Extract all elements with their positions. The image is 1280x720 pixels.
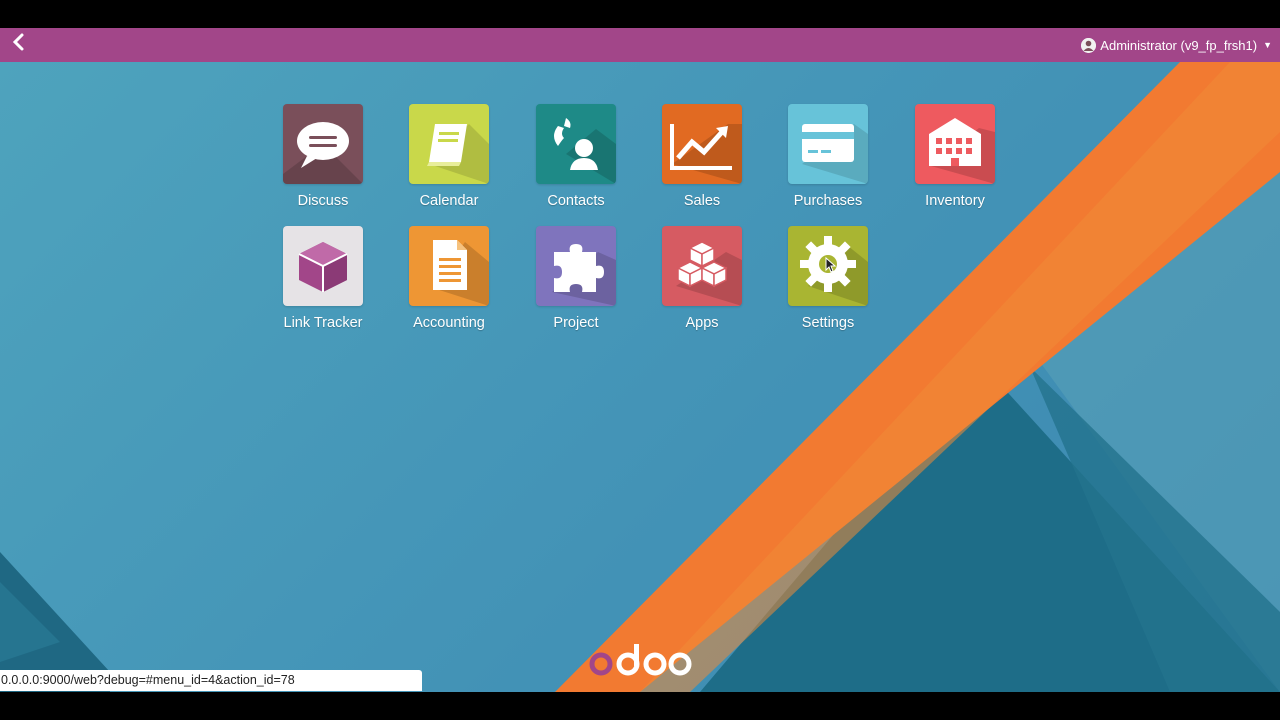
app-project[interactable]: Project xyxy=(521,226,631,331)
app-discuss[interactable]: Discuss xyxy=(268,104,378,209)
document-icon xyxy=(433,240,489,306)
chevron-left-icon xyxy=(12,33,24,51)
app-tile xyxy=(662,226,742,306)
app-tile xyxy=(915,104,995,184)
app-label: Project xyxy=(553,315,599,331)
app-accounting[interactable]: Accounting xyxy=(394,226,504,331)
bottom-black-bar xyxy=(0,692,1280,720)
app-label: Discuss xyxy=(297,193,349,209)
app-link-tracker[interactable]: Link Tracker xyxy=(268,226,378,331)
puzzle-icon xyxy=(552,244,616,306)
gear-icon xyxy=(800,236,868,306)
app-apps[interactable]: Apps xyxy=(647,226,757,331)
speech-bubble-icon xyxy=(283,122,363,184)
warehouse-icon xyxy=(929,118,995,184)
user-menu-label: Administrator (v9_fp_frsh1) xyxy=(1100,37,1258,53)
phone-person-icon xyxy=(554,118,616,184)
cube-icon xyxy=(298,242,348,292)
top-black-bar xyxy=(0,0,1280,28)
back-button[interactable] xyxy=(10,31,30,57)
app-calendar[interactable]: Calendar xyxy=(394,104,504,209)
app-tile xyxy=(283,104,363,184)
app-tile xyxy=(409,226,489,306)
app-purchases[interactable]: Purchases xyxy=(773,104,883,209)
app-grid: Discuss Calendar Contacts Sales Purchase… xyxy=(0,62,1280,692)
app-contacts[interactable]: Contacts xyxy=(521,104,631,209)
trend-chart-icon xyxy=(670,124,742,184)
app-label: Inventory xyxy=(925,193,985,209)
app-tile xyxy=(788,226,868,306)
app-label: Purchases xyxy=(793,193,863,209)
app-settings[interactable]: Settings xyxy=(773,226,883,331)
status-bar-url: 0.0.0.0:9000/web?debug=#menu_id=4&action… xyxy=(0,670,422,691)
app-switcher-background: Discuss Calendar Contacts Sales Purchase… xyxy=(0,62,1280,692)
odoo-logo xyxy=(588,642,692,692)
app-label: Sales xyxy=(683,193,721,209)
user-menu[interactable]: Administrator (v9_fp_frsh1) ▼ xyxy=(1081,28,1272,62)
app-tile xyxy=(409,104,489,184)
user-avatar-icon xyxy=(1081,37,1097,53)
app-tile xyxy=(662,104,742,184)
app-tile xyxy=(536,226,616,306)
app-sales[interactable]: Sales xyxy=(647,104,757,209)
app-label: Link Tracker xyxy=(283,315,363,331)
credit-card-icon xyxy=(802,124,868,184)
app-label: Settings xyxy=(801,315,855,331)
app-tile xyxy=(536,104,616,184)
book-icon xyxy=(427,124,489,184)
chevron-down-icon: ▼ xyxy=(1263,40,1272,50)
app-inventory[interactable]: Inventory xyxy=(900,104,1010,209)
app-label: Apps xyxy=(685,315,719,331)
main-navbar: Administrator (v9_fp_frsh1) ▼ xyxy=(0,28,1280,62)
app-label: Contacts xyxy=(547,193,605,209)
app-tile xyxy=(788,104,868,184)
app-tile xyxy=(283,226,363,306)
app-label: Accounting xyxy=(413,315,485,331)
boxes-icon xyxy=(676,241,742,306)
app-label: Calendar xyxy=(419,193,479,209)
